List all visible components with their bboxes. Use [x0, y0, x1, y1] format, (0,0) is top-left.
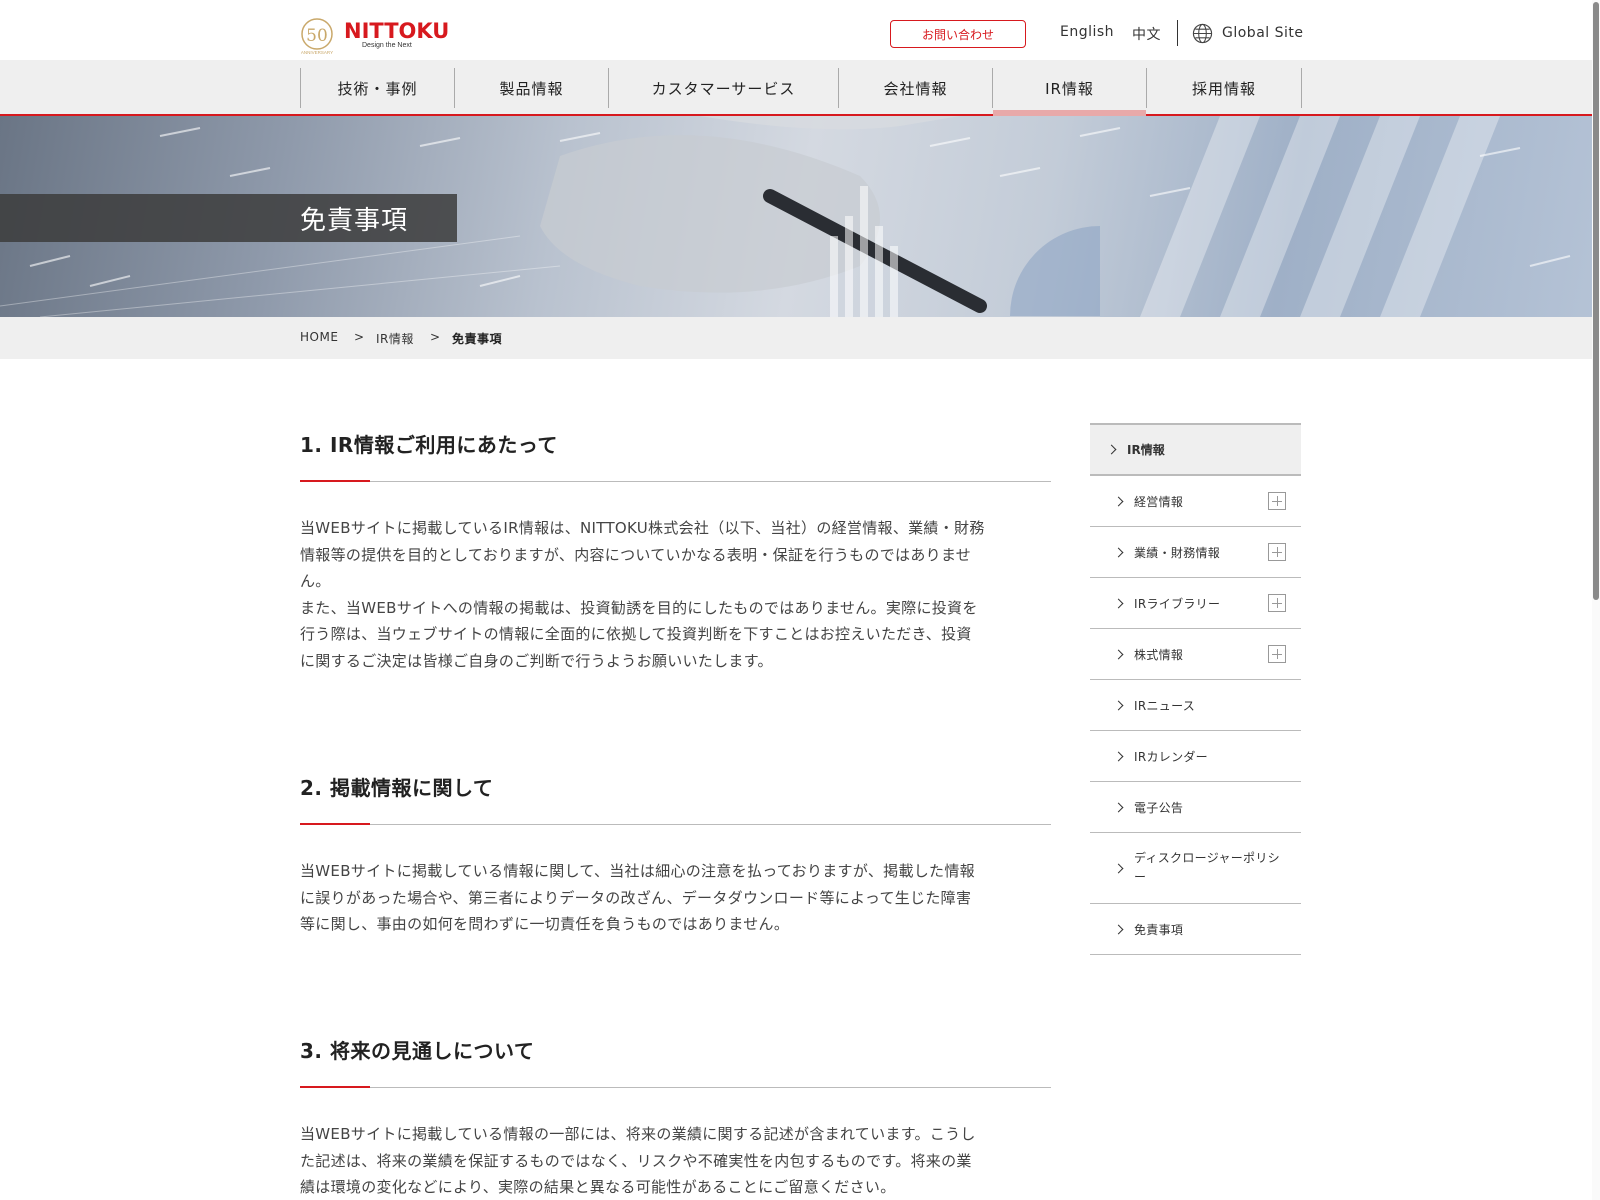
section-divider: [300, 480, 1051, 482]
text-line: 績は環境の変化などにより、実際の結果と異なる可能性があることにご留意ください。: [300, 1178, 896, 1196]
breadcrumb-separator: >: [430, 330, 441, 344]
text-line: ん。: [300, 572, 331, 590]
section-body-published-info: 当WEBサイトに掲載している情報に関して、当社は細心の注意を払っておりますが、掲…: [300, 858, 1052, 938]
nav-item-company[interactable]: 会社情報: [839, 68, 993, 108]
text-line: 当WEBサイトに掲載している情報の一部には、将来の業績に関する記述が含まれていま…: [300, 1125, 976, 1143]
sidebar-item-disclaimer[interactable]: 免責事項: [1090, 904, 1301, 955]
sidebar-item-management[interactable]: 経営情報: [1090, 476, 1301, 527]
sidebar-item-ir-calendar[interactable]: IRカレンダー: [1090, 731, 1301, 782]
section-divider: [300, 823, 1051, 825]
sidebar-item-ir-library[interactable]: IRライブラリー: [1090, 578, 1301, 629]
chevron-right-icon: [1113, 802, 1124, 812]
sidebar-item-label-line: ー: [1134, 870, 1147, 884]
sidebar-item-label: 経営情報: [1134, 494, 1184, 509]
sidebar-item-financial[interactable]: 業績・財務情報: [1090, 527, 1301, 578]
expand-plus-icon[interactable]: [1268, 645, 1286, 663]
breadcrumb: HOME > IR情報 > 免責事項: [0, 317, 1600, 359]
sidebar-item-disclosure-policy[interactable]: ディスクロージャーポリシ ー: [1090, 833, 1301, 904]
main-nav: 技術・事例 製品情報 カスタマーサービス 会社情報 IR情報 採用情報: [0, 60, 1600, 116]
anniversary-label: ANNIVERSARY: [301, 50, 333, 55]
sidebar-item-ir-news[interactable]: IRニュース: [1090, 680, 1301, 731]
sidebar-heading-label: IR情報: [1127, 443, 1165, 457]
breadcrumb-separator: >: [354, 330, 365, 344]
logo-text: NITTOKU Design the Next: [344, 20, 449, 50]
section-heading-forward-looking: 3. 将来の見通しについて: [300, 1039, 535, 1063]
contact-button[interactable]: お問い合わせ: [890, 20, 1026, 48]
nav-item-products[interactable]: 製品情報: [455, 68, 609, 108]
hero-title-box: 免責事項: [0, 194, 457, 242]
sidebar-item-e-notice[interactable]: 電子公告: [1090, 782, 1301, 833]
site-logo[interactable]: 50 ANNIVERSARY NITTOKU Design the Next: [300, 14, 449, 56]
chevron-right-icon: [1113, 751, 1124, 761]
lang-english-link[interactable]: English: [1060, 24, 1114, 40]
expand-plus-icon[interactable]: [1268, 492, 1286, 510]
lang-chinese-link[interactable]: 中文: [1132, 24, 1161, 44]
scrollbar-thumb[interactable]: [1593, 2, 1599, 600]
chevron-right-icon: [1113, 496, 1124, 506]
nav-item-recruit[interactable]: 採用情報: [1147, 68, 1302, 108]
sidebar-heading-ir[interactable]: IR情報: [1090, 423, 1301, 476]
sidebar-item-label: IRライブラリー: [1134, 596, 1221, 611]
page-scrollbar[interactable]: [1592, 0, 1600, 1200]
section-divider: [300, 1086, 1051, 1088]
chevron-right-icon: [1106, 444, 1117, 455]
brand-name: NITTOKU: [344, 19, 450, 43]
brand-tagline: Design the Next: [362, 42, 412, 49]
text-line: また、当WEBサイトへの情報の掲載は、投資勧誘を目的にしたものではありません。実…: [300, 598, 978, 617]
expand-plus-icon[interactable]: [1268, 543, 1286, 561]
text-line: に関するご決定は皆様ご自身のご判断で行うようお願いいたします。: [300, 651, 773, 670]
chevron-right-icon: [1113, 924, 1124, 934]
breadcrumb-ir-link[interactable]: IR情報: [376, 330, 414, 347]
anniversary-emblem-icon: 50 ANNIVERSARY: [300, 15, 336, 55]
chevron-right-icon: [1113, 598, 1124, 608]
chevron-right-icon: [1113, 863, 1124, 873]
text-line: 当WEBサイトに掲載しているIR情報は、NITTOKU株式会社（以下、当社）の経…: [300, 519, 985, 537]
chevron-right-icon: [1113, 700, 1124, 710]
sidebar-item-label: 株式情報: [1134, 647, 1184, 662]
text-line: 等に関し、事由の如何を問わずに一切責任を負うものではありません。: [300, 915, 790, 933]
section-body-ir-usage: 当WEBサイトに掲載しているIR情報は、NITTOKU株式会社（以下、当社）の経…: [300, 515, 1052, 674]
global-site-link[interactable]: Global Site: [1222, 25, 1304, 41]
section-body-forward-looking: 当WEBサイトに掲載している情報の一部には、将来の業績に関する記述が含まれていま…: [300, 1121, 1052, 1200]
lang-divider: [1177, 20, 1178, 46]
globe-icon[interactable]: [1192, 23, 1213, 44]
text-line: た記述は、将来の業績を保証するものではなく、リスクや不確実性を内包するものです。…: [300, 1151, 972, 1170]
expand-plus-icon[interactable]: [1268, 594, 1286, 612]
sidebar-item-label: ディスクロージャーポリシ ー: [1134, 849, 1280, 887]
main-nav-list: 技術・事例 製品情報 カスタマーサービス 会社情報 IR情報 採用情報: [300, 68, 1302, 116]
sidebar-item-label-line: ディスクロージャーポリシ: [1134, 851, 1280, 865]
hero-banner: 免責事項: [0, 116, 1600, 317]
section-heading-published-info: 2. 掲載情報に関して: [300, 776, 494, 800]
section-heading-ir-usage: 1. IR情報ご利用にあたって: [300, 433, 558, 457]
sidebar-item-stock[interactable]: 株式情報: [1090, 629, 1301, 680]
nav-item-customer-service[interactable]: カスタマーサービス: [609, 68, 839, 108]
text-line: 行う際は、当ウェブサイトの情報に全面的に依拠して投資判断を下すことはお控えいただ…: [300, 625, 972, 643]
text-line: に誤りがあった場合や、第三者によりデータの改ざん、データダウンロード等によって生…: [300, 888, 972, 907]
site-header: 50 ANNIVERSARY NITTOKU Design the Next お…: [0, 0, 1600, 60]
sidebar-item-label: 免責事項: [1134, 922, 1184, 937]
sidebar-item-label: IRカレンダー: [1134, 749, 1208, 764]
anniversary-number: 50: [306, 26, 328, 46]
sidebar-item-label: IRニュース: [1134, 698, 1196, 713]
sidebar-item-label: 電子公告: [1134, 800, 1184, 815]
chevron-right-icon: [1113, 547, 1124, 557]
sidebar-item-label: 業績・財務情報: [1134, 545, 1221, 560]
breadcrumb-home-link[interactable]: HOME: [300, 330, 338, 344]
text-line: 情報等の提供を目的としておりますが、内容についていかなる表明・保証を行うものでは…: [300, 545, 972, 564]
page-title: 免責事項: [300, 206, 409, 236]
nav-item-ir[interactable]: IR情報: [993, 68, 1147, 116]
chevron-right-icon: [1113, 649, 1124, 659]
breadcrumb-current: 免責事項: [452, 332, 503, 346]
ir-sidebar-menu: IR情報 経営情報 業績・財務情報 IRライブラリー 株式情報 IRニュース I…: [1090, 423, 1301, 955]
text-line: 当WEBサイトに掲載している情報に関して、当社は細心の注意を払っておりますが、掲…: [300, 862, 975, 880]
nav-item-technology[interactable]: 技術・事例: [301, 68, 455, 108]
